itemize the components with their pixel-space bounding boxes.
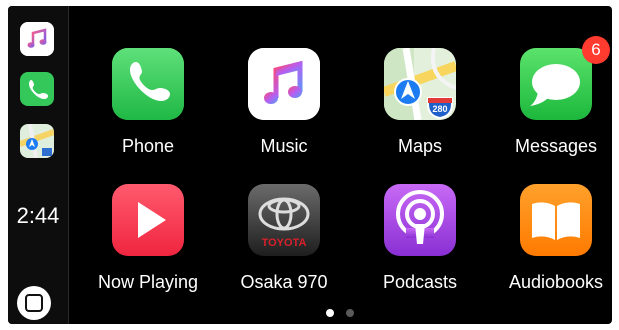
phone-icon xyxy=(29,80,48,99)
app-label: Messages xyxy=(514,136,598,156)
carplay-screen: 2:44 Phone Music 280 Maps 6 Messages Now… xyxy=(8,6,612,324)
sidebar-maps-button[interactable] xyxy=(20,124,54,158)
page-dot[interactable] xyxy=(346,309,354,317)
app-label: Phone xyxy=(121,136,175,156)
sidebar-phone-button[interactable] xyxy=(20,72,54,106)
app-label: Osaka 970 xyxy=(240,272,328,292)
music-app-icon xyxy=(248,48,320,120)
podcasts-app-icon xyxy=(384,184,456,256)
podcast-icon xyxy=(384,184,456,256)
app-label: Music xyxy=(260,136,308,156)
open-book-icon xyxy=(520,184,592,256)
toyota-logo-icon: TOYOTA xyxy=(248,184,320,256)
maps-app-icon: 280 xyxy=(384,48,456,120)
speech-bubble-icon xyxy=(520,48,592,120)
app-label: Maps xyxy=(397,136,442,156)
notification-badge: 6 xyxy=(582,36,610,64)
app-label: Now Playing xyxy=(97,272,199,292)
music-icon xyxy=(20,22,54,56)
toyota-logo-text: TOYOTA xyxy=(262,237,307,249)
page-dot-active[interactable] xyxy=(326,309,334,317)
home-button[interactable] xyxy=(17,286,51,320)
toyota-app-icon: TOYOTA xyxy=(248,184,320,256)
app-label: Audiobooks xyxy=(508,272,604,292)
phone-icon xyxy=(112,48,184,120)
messages-app-icon xyxy=(520,48,592,120)
clock: 2:44 xyxy=(16,203,60,228)
app-label: Podcasts xyxy=(382,272,458,292)
maps-shield-number: 280 xyxy=(432,104,447,114)
music-note-icon xyxy=(248,48,320,120)
maps-icon: 280 xyxy=(384,48,456,120)
sidebar: 2:44 xyxy=(8,6,69,324)
phone-app-icon xyxy=(112,48,184,120)
home-square-icon xyxy=(25,294,43,312)
audiobooks-app-icon xyxy=(520,184,592,256)
maps-icon xyxy=(20,124,54,158)
play-icon xyxy=(112,184,184,256)
sidebar-music-button[interactable] xyxy=(20,22,54,56)
now-playing-app-icon xyxy=(112,184,184,256)
